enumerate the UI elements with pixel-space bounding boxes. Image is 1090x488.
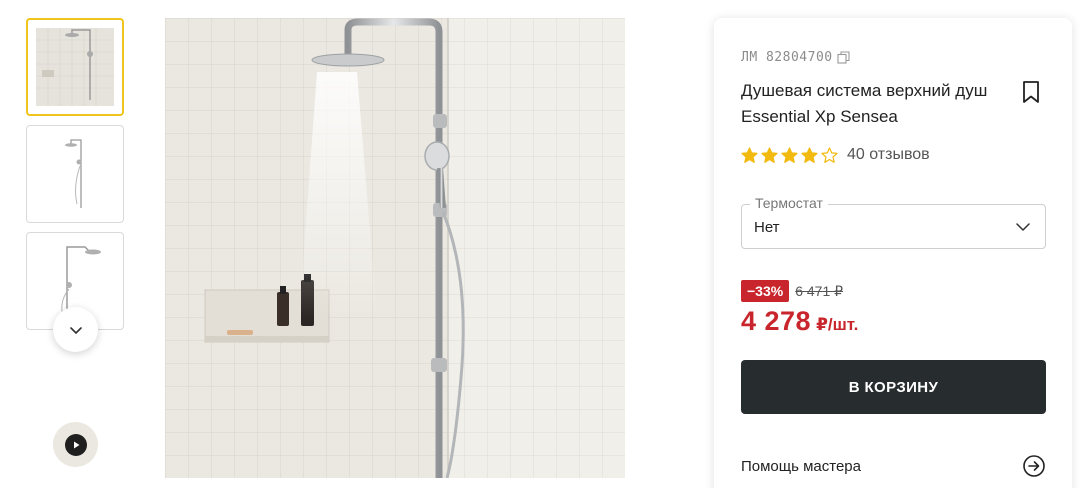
thermostat-select[interactable]: Термостат Нет xyxy=(741,195,1046,249)
thumbnails-scroll-down-button[interactable] xyxy=(53,307,98,352)
discount-badge: −33% xyxy=(741,280,790,302)
master-help-label: Помощь мастера xyxy=(741,457,861,475)
thumbnail-1[interactable] xyxy=(26,18,124,116)
star-filled-icon xyxy=(761,146,778,163)
bookmark-icon[interactable] xyxy=(1021,80,1041,104)
thermostat-select-value: Нет xyxy=(754,219,780,236)
current-price-unit: ₽/шт. xyxy=(816,315,859,334)
sku: ЛМ 82804700 xyxy=(741,50,850,65)
product-rating[interactable]: 40 отзывов xyxy=(741,146,930,164)
chevron-down-icon xyxy=(1016,223,1030,231)
thermostat-select-label: Термостат xyxy=(750,195,828,211)
thumbnail-2-image xyxy=(65,139,82,208)
play-icon xyxy=(64,433,87,456)
thumbnail-1-image xyxy=(36,28,114,106)
star-filled-icon xyxy=(741,146,758,163)
main-product-image[interactable] xyxy=(165,18,625,478)
rating-stars xyxy=(741,146,838,164)
add-to-cart-button[interactable]: В КОРЗИНУ xyxy=(741,360,1046,414)
reviews-link[interactable]: 40 отзывов xyxy=(847,146,930,164)
thumbnail-2[interactable] xyxy=(26,125,124,223)
old-price-row: −33% 6 471 ₽ xyxy=(741,280,843,302)
current-price-value: 4 278 xyxy=(741,306,812,336)
video-play-button[interactable] xyxy=(53,422,98,467)
arrow-right-circle-icon xyxy=(1023,455,1045,477)
master-help-link[interactable]: Помощь мастера xyxy=(741,454,1046,478)
thumbnail-list xyxy=(26,18,126,339)
chevron-down-icon xyxy=(69,326,82,334)
sku-label: ЛМ 82804700 xyxy=(741,50,833,65)
star-empty-icon xyxy=(821,146,838,163)
star-filled-icon xyxy=(781,146,798,163)
copy-icon[interactable] xyxy=(837,51,850,64)
product-page: ЛМ 82804700 Душевая система верхний душ … xyxy=(0,0,1090,488)
product-title: Душевая система верхний душ Essential Xp… xyxy=(741,81,988,126)
current-price: 4 278 ₽/шт. xyxy=(741,306,858,337)
old-price: 6 471 ₽ xyxy=(795,282,844,299)
product-info-card: ЛМ 82804700 Душевая система верхний душ … xyxy=(714,18,1072,488)
star-filled-icon xyxy=(801,146,818,163)
